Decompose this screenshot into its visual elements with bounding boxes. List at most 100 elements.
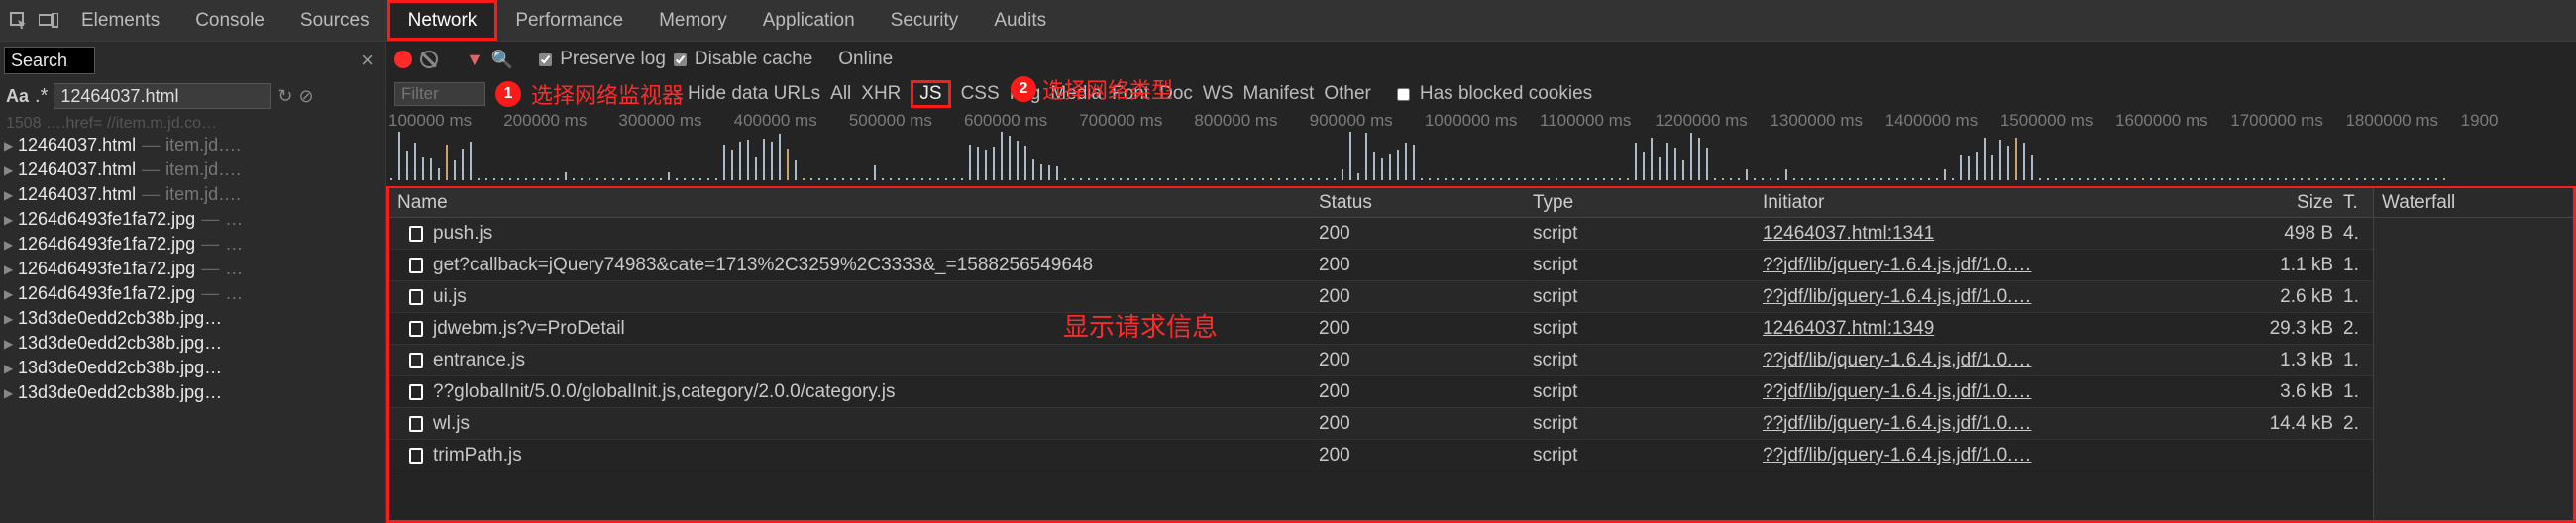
device-toggle-icon[interactable]: [34, 13, 63, 29]
result-host: …: [225, 234, 243, 255]
tab-performance[interactable]: Performance: [497, 0, 641, 41]
chip-manifest[interactable]: Manifest: [1243, 83, 1315, 105]
global-search-input[interactable]: [4, 47, 95, 74]
close-icon[interactable]: ×: [355, 48, 379, 73]
request-type: script: [1533, 318, 1763, 340]
network-request-row[interactable]: ui.js 200 script ??jdf/lib/jquery-1.6.4.…: [389, 281, 2373, 313]
request-size: 498 B: [2129, 223, 2343, 245]
chevron-right-icon: ▶: [4, 386, 18, 400]
refresh-icon[interactable]: ↻: [277, 86, 292, 107]
search-icon[interactable]: 🔍: [491, 50, 513, 70]
search-result-item[interactable]: ▶ 1264d6493fe1fa72.jpg —…: [0, 207, 385, 232]
search-result-item[interactable]: ▶ 12464037.html —item.jd….: [0, 133, 385, 157]
request-initiator[interactable]: 12464037.html:1341: [1763, 223, 2129, 245]
disable-cache-checkbox[interactable]: [674, 53, 687, 66]
timeline-tick: 1200000 ms: [1655, 111, 1770, 131]
clear-icon[interactable]: ⊘: [298, 86, 313, 107]
annotation-2: 2 选择网络类型: [1011, 73, 1173, 105]
result-filename: 12464037.html: [18, 159, 136, 180]
timeline-tick: 1100000 ms: [1540, 111, 1655, 131]
request-initiator[interactable]: ??jdf/lib/jquery-1.6.4.js,jdf/1.0.…: [1763, 445, 2129, 467]
online-status[interactable]: Online: [838, 49, 893, 70]
network-request-row[interactable]: push.js 200 script 12464037.html:1341 49…: [389, 218, 2373, 250]
col-status[interactable]: Status: [1319, 192, 1533, 214]
request-initiator[interactable]: ??jdf/lib/jquery-1.6.4.js,jdf/1.0.…: [1763, 381, 2129, 403]
match-case-icon[interactable]: Aa: [6, 86, 29, 107]
search-result-item[interactable]: ▶ 1264d6493fe1fa72.jpg —…: [0, 232, 385, 257]
request-time: 1.: [2343, 255, 2373, 276]
file-icon: [409, 416, 423, 432]
col-type[interactable]: Type: [1533, 192, 1763, 214]
network-request-row[interactable]: entrance.js 200 script ??jdf/lib/jquery-…: [389, 345, 2373, 376]
search-result-item[interactable]: ▶ 13d3de0edd2cb38b.jpg…: [0, 306, 385, 331]
col-name[interactable]: Name: [389, 192, 1319, 214]
timeline-tick: 1000000 ms: [1425, 111, 1540, 131]
timeline-tick: 700000 ms: [1079, 111, 1194, 131]
filter-toggle-icon[interactable]: ▼: [466, 50, 483, 70]
col-time[interactable]: T.: [2343, 192, 2373, 214]
request-size: 29.3 kB: [2129, 318, 2343, 340]
request-initiator[interactable]: ??jdf/lib/jquery-1.6.4.js,jdf/1.0.…: [1763, 413, 2129, 435]
network-request-row[interactable]: ??globalInit/5.0.0/globalInit.js,categor…: [389, 376, 2373, 408]
request-status: 200: [1319, 381, 1533, 403]
chip-other[interactable]: Other: [1324, 83, 1371, 105]
network-request-row[interactable]: get?callback=jQuery74983&cate=1713%2C325…: [389, 250, 2373, 281]
chip-ws[interactable]: WS: [1203, 83, 1234, 105]
request-initiator[interactable]: ??jdf/lib/jquery-1.6.4.js,jdf/1.0.…: [1763, 286, 2129, 308]
timeline-tick: 400000 ms: [734, 111, 849, 131]
preserve-log-checkbox[interactable]: [539, 53, 552, 66]
request-initiator[interactable]: ??jdf/lib/jquery-1.6.4.js,jdf/1.0.…: [1763, 255, 2129, 276]
chevron-right-icon: ▶: [4, 213, 18, 227]
regex-icon[interactable]: .*: [35, 85, 48, 108]
has-blocked-cookies-checkbox[interactable]: [1397, 88, 1410, 101]
chevron-right-icon: ▶: [4, 262, 18, 276]
request-time: 1.: [2343, 350, 2373, 371]
chip-js[interactable]: JS: [911, 80, 950, 108]
tab-elements[interactable]: Elements: [63, 0, 177, 41]
file-icon: [409, 289, 423, 305]
search-filter-input[interactable]: [54, 83, 271, 109]
result-host: …: [225, 283, 243, 304]
request-name: trimPath.js: [433, 445, 522, 467]
tab-application[interactable]: Application: [745, 0, 873, 41]
tab-console[interactable]: Console: [177, 0, 282, 41]
search-result-item[interactable]: ▶ 12464037.html —item.jd….: [0, 182, 385, 207]
timeline-tick: 1700000 ms: [2230, 111, 2345, 131]
file-icon: [409, 448, 423, 464]
tab-network[interactable]: Network: [387, 0, 498, 41]
chip-all[interactable]: All: [830, 83, 851, 105]
network-request-row[interactable]: trimPath.js 200 script ??jdf/lib/jquery-…: [389, 440, 2373, 471]
inspect-icon[interactable]: [4, 12, 34, 30]
tab-sources[interactable]: Sources: [282, 0, 387, 41]
col-waterfall[interactable]: Waterfall: [2374, 188, 2573, 218]
search-result-item[interactable]: ▶ 1264d6493fe1fa72.jpg —…: [0, 257, 385, 281]
search-result-item[interactable]: ▶ 13d3de0edd2cb38b.jpg…: [0, 331, 385, 356]
request-status: 200: [1319, 445, 1533, 467]
clear-log-icon[interactable]: [420, 51, 438, 68]
search-result-item[interactable]: ▶ 13d3de0edd2cb38b.jpg…: [0, 356, 385, 380]
result-host: item.jd….: [165, 159, 241, 180]
disable-cache-label: Disable cache: [695, 49, 812, 70]
chevron-right-icon: ▶: [4, 238, 18, 252]
request-initiator[interactable]: 12464037.html:1349: [1763, 318, 2129, 340]
timeline-ruler[interactable]: 100000 ms200000 ms300000 ms400000 ms5000…: [386, 111, 2576, 131]
chip-xhr[interactable]: XHR: [861, 83, 901, 105]
search-result-item[interactable]: ▶ 1264d6493fe1fa72.jpg —…: [0, 281, 385, 306]
record-icon[interactable]: [394, 51, 412, 68]
col-size[interactable]: Size: [2129, 192, 2343, 214]
network-request-row[interactable]: jdwebm.js?v=ProDetail 200 script 1246403…: [389, 313, 2373, 345]
request-status: 200: [1319, 318, 1533, 340]
col-initiator[interactable]: Initiator: [1763, 192, 2129, 214]
chip-css[interactable]: CSS: [961, 83, 1000, 105]
timeline-overview[interactable]: [386, 131, 2576, 186]
search-result-item[interactable]: ▶ 13d3de0edd2cb38b.jpg…: [0, 380, 385, 405]
file-icon: [409, 384, 423, 400]
network-filter-input[interactable]: [394, 82, 485, 106]
tab-security[interactable]: Security: [873, 0, 977, 41]
search-result-item[interactable]: ▶ 12464037.html —item.jd….: [0, 157, 385, 182]
tab-audits[interactable]: Audits: [976, 0, 1064, 41]
network-request-row[interactable]: wl.js 200 script ??jdf/lib/jquery-1.6.4.…: [389, 408, 2373, 440]
request-initiator[interactable]: ??jdf/lib/jquery-1.6.4.js,jdf/1.0.…: [1763, 350, 2129, 371]
tab-memory[interactable]: Memory: [641, 0, 745, 41]
request-name: wl.js: [433, 413, 470, 435]
